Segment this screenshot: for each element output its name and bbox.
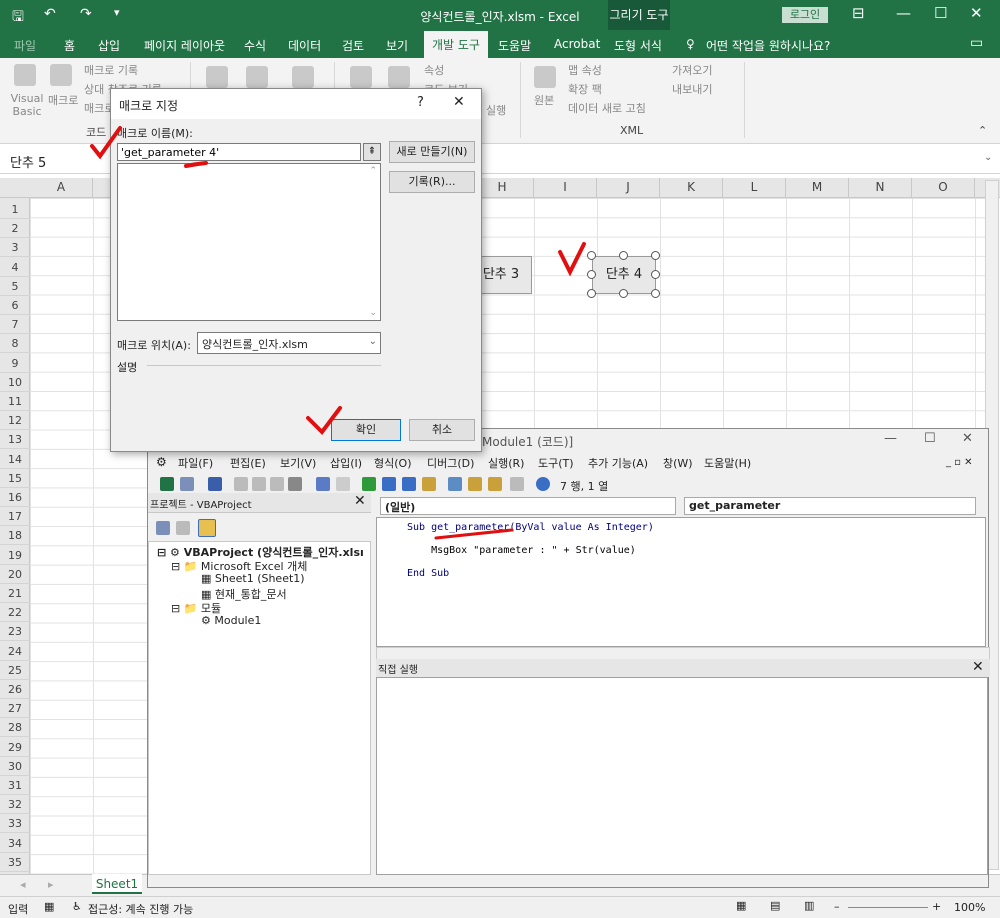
annotation-underline (184, 161, 208, 168)
annotation-underline (434, 528, 514, 540)
annotation-check (558, 242, 586, 277)
annotation-check (90, 126, 122, 160)
annotation-check (306, 406, 342, 436)
annotation-layer (90, 126, 586, 540)
